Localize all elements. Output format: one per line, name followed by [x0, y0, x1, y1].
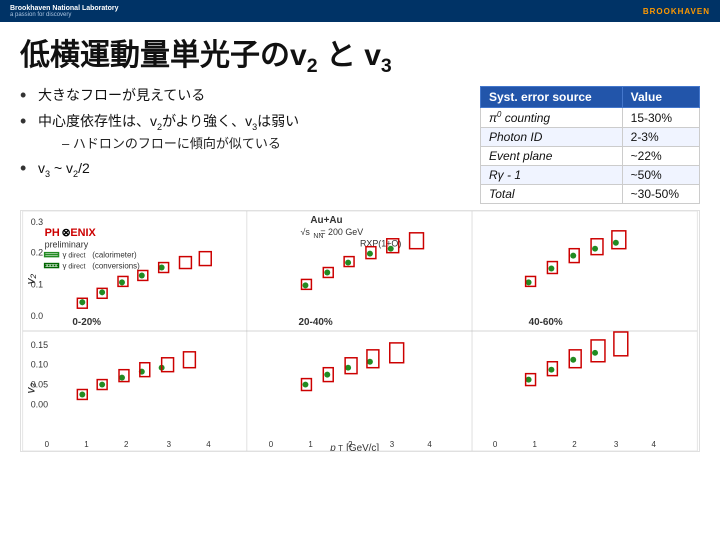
table-cell-value: 15-30%: [622, 108, 699, 128]
svg-text:0.15: 0.15: [31, 340, 48, 350]
table-header-source: Syst. error source: [481, 87, 623, 108]
svg-text:0-20%: 0-20%: [72, 317, 101, 328]
svg-text:0.00: 0.00: [31, 399, 48, 409]
bullet-dot-1: •: [20, 86, 34, 104]
svg-text:preliminary: preliminary: [45, 240, 89, 250]
table-row: Photon ID2-3%: [481, 128, 700, 147]
chart-area: 0.3 0.2 0.1 0.0 v₂ 0.15 0.10 0.05 0.00 v…: [20, 210, 700, 455]
svg-text:ENIX: ENIX: [70, 227, 96, 239]
svg-text:√s: √s: [300, 227, 310, 237]
svg-text:Au+Au: Au+Au: [310, 215, 342, 226]
svg-text:4: 4: [206, 440, 211, 449]
page-title: 低横運動量単光子のv2 と v3: [20, 30, 700, 78]
svg-text:0.2: 0.2: [31, 248, 43, 258]
svg-text:3: 3: [167, 440, 172, 449]
svg-text:0.10: 0.10: [31, 360, 48, 370]
svg-text:1: 1: [308, 440, 313, 449]
svg-text:p: p: [329, 443, 336, 452]
sub-bullet-2: ハドロンのフローに傾向が似ている: [62, 135, 299, 153]
table-row: Event plane~22%: [481, 147, 700, 166]
svg-text:T: T: [338, 444, 343, 452]
bullet-dot-2: •: [20, 112, 34, 130]
svg-text:1: 1: [84, 440, 89, 449]
table-header-value: Value: [622, 87, 699, 108]
svg-text:4: 4: [427, 440, 432, 449]
svg-text:0.0: 0.0: [31, 311, 43, 321]
bullet-dot-3: •: [20, 159, 34, 177]
svg-text:20-40%: 20-40%: [299, 317, 333, 328]
svg-text:2: 2: [572, 440, 576, 449]
syst-table-container: Syst. error source Value π0 counting15-3…: [480, 86, 700, 204]
lab-subtitle: a passion for discovery: [10, 12, 119, 18]
table-cell-source: Photon ID: [481, 128, 623, 147]
svg-text:PH: PH: [45, 227, 60, 239]
svg-text:0: 0: [45, 440, 50, 449]
table-cell-source: Total: [481, 185, 623, 204]
syst-error-table: Syst. error source Value π0 counting15-3…: [480, 86, 700, 204]
lab-name: Brookhaven National Laboratory: [10, 5, 119, 12]
svg-text:0.3: 0.3: [31, 217, 43, 227]
lab-info: Brookhaven National Laboratory a passion…: [10, 5, 119, 18]
bullets-section: • 大きなフローが見えている • 中心度依存性は、v2がより強く、v3は弱い ハ…: [20, 86, 464, 204]
chart-svg: 0.3 0.2 0.1 0.0 v₂ 0.15 0.10 0.05 0.00 v…: [20, 210, 700, 452]
bullet-text-2: 中心度依存性は、v2がより強く、v3は弱い ハドロンのフローに傾向が似ている: [38, 112, 299, 154]
table-row: Total~30-50%: [481, 185, 700, 204]
table-cell-value: 2-3%: [622, 128, 699, 147]
brookhaven-logo: BROOKHAVEN: [643, 7, 710, 16]
table-cell-value: ~22%: [622, 147, 699, 166]
svg-text:[GeV/c]: [GeV/c]: [346, 443, 379, 452]
table-row: π0 counting15-30%: [481, 108, 700, 128]
svg-text:3: 3: [614, 440, 619, 449]
title-text: 低横運動量単光子のv2 と v3: [20, 39, 392, 72]
svg-text:(calorimeter): (calorimeter): [92, 251, 137, 260]
svg-text:direct: direct: [68, 253, 85, 260]
svg-text:4: 4: [652, 440, 657, 449]
bullet-text-3: v3 ~ v2/2: [38, 159, 90, 181]
svg-text:2: 2: [124, 440, 128, 449]
svg-text:v₂: v₂: [24, 273, 38, 284]
table-cell-value: ~50%: [622, 166, 699, 185]
content-row: • 大きなフローが見えている • 中心度依存性は、v2がより強く、v3は弱い ハ…: [20, 86, 700, 204]
table-cell-source: Rγ - 1: [481, 166, 623, 185]
svg-text:3: 3: [390, 440, 395, 449]
svg-text:40-60%: 40-60%: [529, 317, 563, 328]
svg-text:(conversions): (conversions): [92, 262, 140, 271]
svg-text:γ: γ: [62, 251, 66, 260]
logo-text: BROOKHAVEN: [643, 7, 710, 16]
svg-text:γ: γ: [62, 262, 66, 271]
bullet-text-1: 大きなフローが見えている: [38, 86, 205, 106]
table-cell-value: ~30-50%: [622, 185, 699, 204]
table-cell-source: Event plane: [481, 147, 623, 166]
header-bar: Brookhaven National Laboratory a passion…: [0, 0, 720, 22]
svg-text:direct: direct: [68, 264, 85, 271]
svg-text:0: 0: [269, 440, 274, 449]
bullet-1: • 大きなフローが見えている: [20, 86, 464, 106]
svg-text:0: 0: [493, 440, 498, 449]
svg-text:1: 1: [533, 440, 538, 449]
svg-text:⊗: ⊗: [61, 227, 70, 239]
bullet-3: • v3 ~ v2/2: [20, 159, 464, 181]
svg-text:= 200 GeV: = 200 GeV: [320, 227, 363, 237]
bullet-2: • 中心度依存性は、v2がより強く、v3は弱い ハドロンのフローに傾向が似ている: [20, 112, 464, 154]
table-row: Rγ - 1~50%: [481, 166, 700, 185]
table-cell-source: π0 counting: [481, 108, 623, 128]
main-content: 低横運動量単光子のv2 と v3 • 大きなフローが見えている • 中心度依存性…: [0, 22, 720, 459]
svg-text:v₃: v₃: [24, 383, 38, 394]
